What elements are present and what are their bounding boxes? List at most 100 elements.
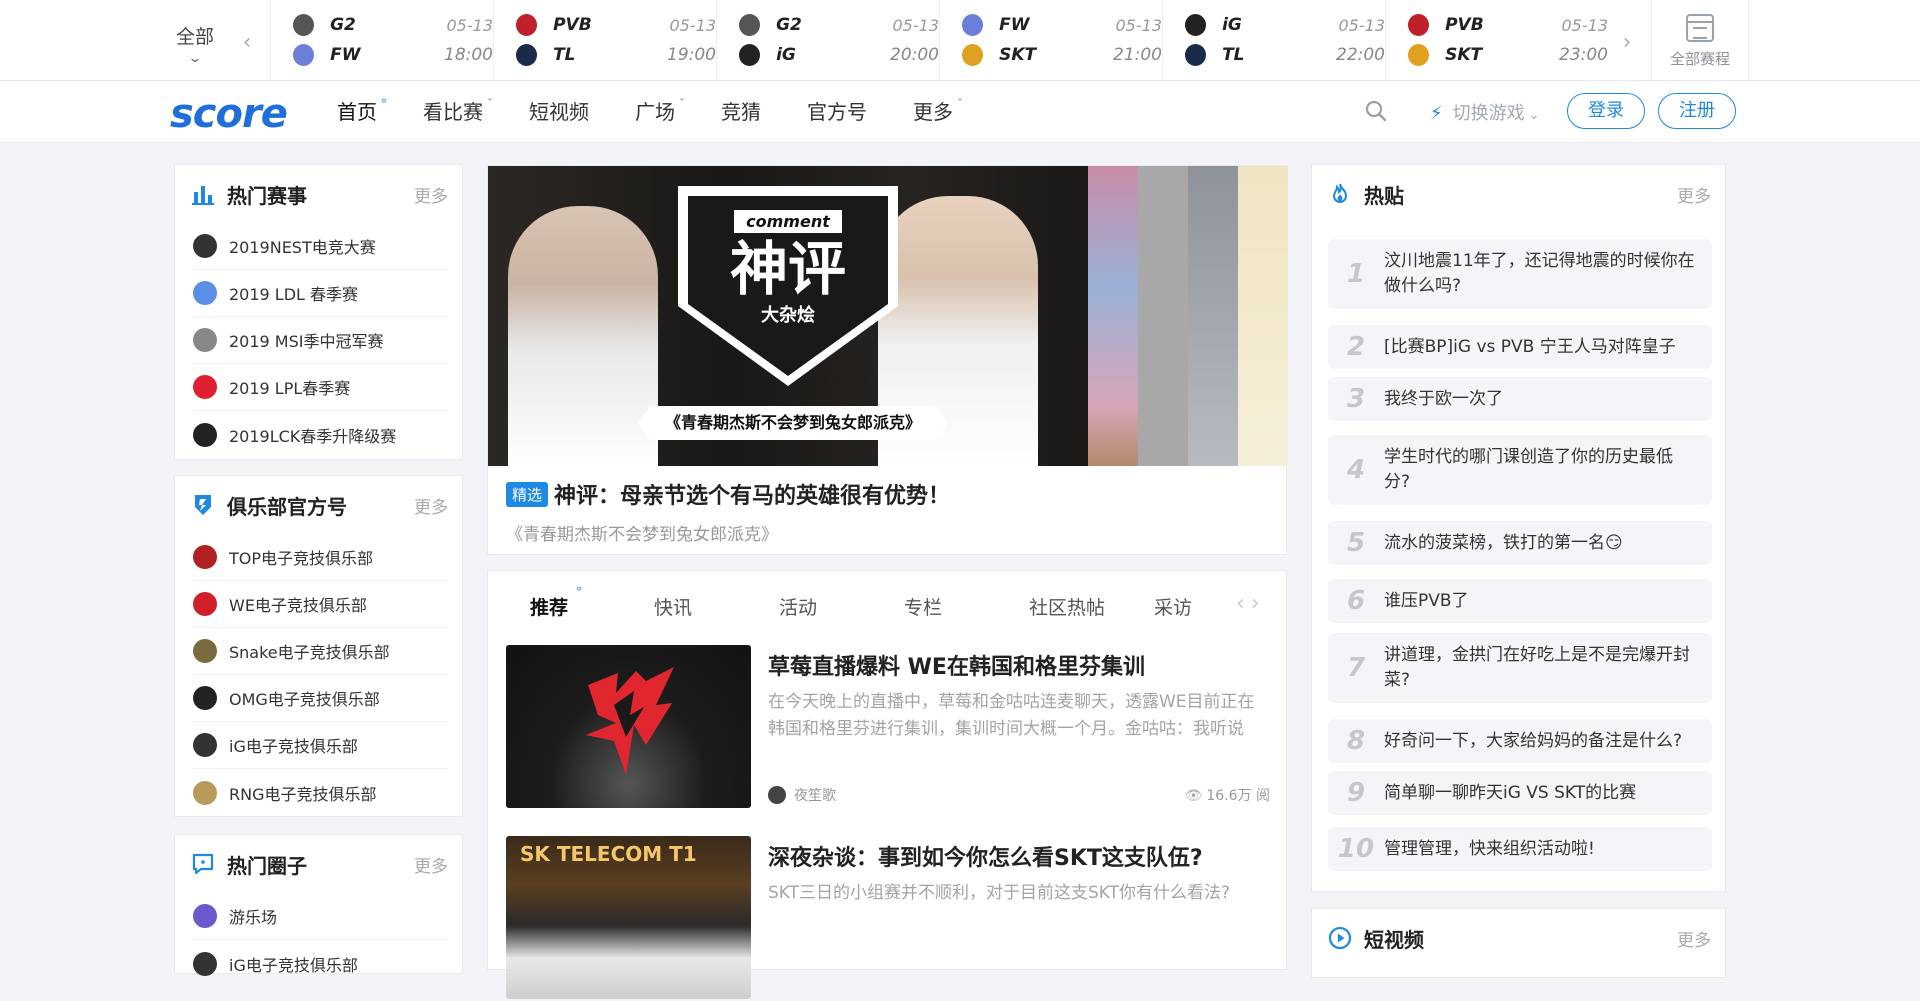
hot-post-item[interactable]: 1 汶川地震11年了，还记得地震的时候你在做什么吗?	[1328, 239, 1712, 309]
nav-item-more[interactable]: 更多 ˇ	[913, 81, 963, 143]
nav-item-label: 广场	[635, 100, 675, 124]
banner-thumb-strip[interactable]	[1188, 166, 1238, 466]
hot-post-item[interactable]: 4 学生时代的哪门课创造了你的历史最低分?	[1328, 435, 1712, 505]
match-time: 23:00	[1559, 45, 1608, 65]
clubs-more-link[interactable]: 更多	[414, 493, 448, 518]
play-circle-icon	[1328, 926, 1352, 950]
chevron-right-icon[interactable]: ›	[1251, 591, 1266, 616]
hot-event-item[interactable]: 2019 LDL 春季赛	[193, 270, 448, 317]
hot-post-text: 管理管理，快来组织活动啦!	[1384, 838, 1595, 859]
club-item[interactable]: RNG电子竞技俱乐部	[193, 769, 448, 816]
tab-interview[interactable]: 采访	[1154, 593, 1224, 620]
article-desc: 在今天晚上的直播中，草莓和金咕咕连麦聊天，透露WE目前正在韩国和格里芬进行集训，…	[768, 692, 1255, 739]
article-title[interactable]: 草莓直播爆料 WE在韩国和格里芬集训	[768, 649, 1145, 681]
prev-matches-arrow-icon[interactable]: ‹	[235, 30, 259, 55]
article-author[interactable]: 夜笙歌	[768, 785, 836, 805]
rank-number: 6	[1346, 586, 1366, 616]
article-item[interactable]: 草莓直播爆料 WE在韩国和格里芬集训 在今天晚上的直播中，草莓和金咕咕连麦聊天，…	[506, 645, 1270, 810]
match-card[interactable]: PVB 05-13 SKT 23:00	[1385, 0, 1608, 80]
nav-item-label: 更多	[913, 100, 953, 124]
featured-badge: 精选	[506, 481, 549, 507]
hot-event-item[interactable]: 2019 MSI季中冠军赛	[193, 317, 448, 364]
full-schedule-button[interactable]: 全部赛程	[1651, 0, 1749, 80]
match-card[interactable]: FW 05-13 SKT 21:00	[939, 0, 1162, 80]
chevron-down-icon: ˇ	[679, 97, 685, 111]
nav-item-home[interactable]: 首页 °	[337, 81, 387, 143]
tab-scroll-arrows[interactable]: ‹›	[1236, 591, 1266, 616]
tab-recommend[interactable]: 推荐 °	[530, 585, 654, 620]
circle-item[interactable]: iG电子竞技俱乐部	[193, 940, 448, 987]
hot-post-item[interactable]: 10 管理管理，快来组织活动啦!	[1328, 827, 1712, 871]
match-card[interactable]: G2 05-13 iG 20:00	[716, 0, 939, 80]
switch-game-dropdown[interactable]: ⚡ 切换游戏 ⌄	[1430, 99, 1540, 125]
hot-posts-more-link[interactable]: 更多	[1677, 182, 1711, 207]
match-card[interactable]: G2 05-13 FW 18:00	[270, 0, 493, 80]
next-matches-arrow-icon[interactable]: ›	[1615, 30, 1639, 55]
search-icon[interactable]	[1365, 100, 1387, 122]
match-list: G2 05-13 FW 18:00 PVB 05-13 TL 19:00 G2 05-13 iG 20…	[270, 0, 1608, 80]
match-date: 05-13	[1338, 15, 1386, 35]
nav-item-guess[interactable]: 竞猜	[721, 81, 761, 143]
hot-post-item[interactable]: 6 谁压PVB了	[1328, 579, 1712, 623]
banner-title[interactable]: 神评：母亲节选个有马的英雄很有优势！	[554, 484, 950, 509]
hot-post-item[interactable]: 9 简单聊一聊昨天iG VS SKT的比赛	[1328, 771, 1712, 815]
club-item[interactable]: iG电子竞技俱乐部	[193, 722, 448, 769]
nav-item-label: 首页	[337, 100, 377, 124]
nav-item-short-video[interactable]: 短视频	[529, 81, 589, 143]
nav-item-watch[interactable]: 看比赛 ˇ	[423, 81, 493, 143]
nav-item-square[interactable]: 广场 ˇ	[635, 81, 685, 143]
team-logo-icon	[516, 44, 538, 66]
circles-more-link[interactable]: 更多	[414, 852, 448, 877]
team-logo-icon	[193, 592, 217, 616]
club-item[interactable]: OMG电子竞技俱乐部	[193, 675, 448, 722]
article-title[interactable]: 深夜杂谈：事到如今你怎么看SKT这支队伍?	[768, 840, 1203, 872]
match-card[interactable]: PVB 05-13 TL 19:00	[493, 0, 716, 80]
clubs-card: 俱乐部官方号 更多 TOP电子竞技俱乐部 WE电子竞技俱乐部 Snake电子竞技俱乐…	[174, 475, 463, 817]
club-item[interactable]: TOP电子竞技俱乐部	[193, 534, 448, 581]
hot-event-item[interactable]: 2019NEST电竞大赛	[193, 223, 448, 270]
hot-event-item[interactable]: 2019LCK春季升降级赛	[193, 411, 448, 458]
hot-post-item[interactable]: 8 好奇问一下，大家给妈妈的备注是什么?	[1328, 719, 1712, 763]
register-button[interactable]: 注册	[1658, 93, 1736, 129]
article-item[interactable]: SK TELECOM T1 深夜杂谈：事到如今你怎么看SKT这支队伍? SKT三…	[506, 836, 1270, 1001]
hot-events-title: 热门赛事	[227, 183, 307, 208]
tab-community[interactable]: 社区热帖	[1029, 593, 1154, 620]
site-logo[interactable]: score	[170, 91, 288, 137]
team-name: iG	[776, 45, 796, 65]
team-logo-icon	[193, 780, 217, 805]
hot-post-text: 我终于欧一次了	[1384, 388, 1503, 409]
hot-post-item[interactable]: 2 [比赛BP]iG vs PVB 宁王人马对阵皇子	[1328, 325, 1712, 369]
login-button[interactable]: 登录	[1567, 93, 1645, 129]
match-card[interactable]: iG 05-13 TL 22:00	[1162, 0, 1385, 80]
circle-item[interactable]: 游乐场	[193, 893, 448, 940]
banner-image[interactable]: comment 神评 大杂烩 《青春期杰斯不会梦到兔女郎派克》	[488, 166, 1288, 466]
article-thumbnail[interactable]: SK TELECOM T1	[506, 836, 751, 999]
nav-item-official[interactable]: 官方号	[807, 81, 867, 143]
player-photo-left	[508, 206, 658, 466]
hot-events-more-link[interactable]: 更多	[414, 182, 448, 207]
hot-post-item[interactable]: 7 讲道理，金拱门在好吃上是不是完爆开封菜?	[1328, 633, 1712, 703]
banner-thumb-strip[interactable]	[1138, 166, 1188, 466]
rank-number: 10	[1337, 834, 1375, 864]
tab-events[interactable]: 活动	[779, 593, 904, 620]
banner-thumb-strip[interactable]	[1088, 166, 1138, 466]
hot-post-item[interactable]: 5 流水的菠菜榜，铁打的第一名😏	[1328, 521, 1712, 565]
chevron-left-icon[interactable]: ‹	[1236, 591, 1251, 616]
team-logo-icon	[193, 733, 217, 757]
featured-banner[interactable]: comment 神评 大杂烩 《青春期杰斯不会梦到兔女郎派克》 精选 神评：母亲节…	[487, 165, 1288, 555]
club-item[interactable]: Snake电子竞技俱乐部	[193, 628, 448, 675]
tab-columns[interactable]: 专栏	[904, 593, 1029, 620]
flame-icon	[1332, 183, 1348, 203]
hot-event-item[interactable]: 2019 LPL春季赛	[193, 364, 448, 411]
chevron-down-icon: ˇ	[957, 97, 963, 111]
all-games-dropdown[interactable]: 全部 ⌄	[155, 0, 235, 80]
tab-label: 专栏	[904, 597, 943, 619]
short-video-more-link[interactable]: 更多	[1677, 926, 1711, 951]
team-name: PVB	[553, 15, 592, 35]
club-item[interactable]: WE电子竞技俱乐部	[193, 581, 448, 628]
nav-item-label: 竞猜	[721, 100, 761, 124]
tab-news[interactable]: 快讯	[654, 593, 779, 620]
hot-post-item[interactable]: 3 我终于欧一次了	[1328, 377, 1712, 421]
banner-thumb-strip[interactable]	[1238, 166, 1288, 466]
article-thumbnail[interactable]	[506, 645, 751, 808]
